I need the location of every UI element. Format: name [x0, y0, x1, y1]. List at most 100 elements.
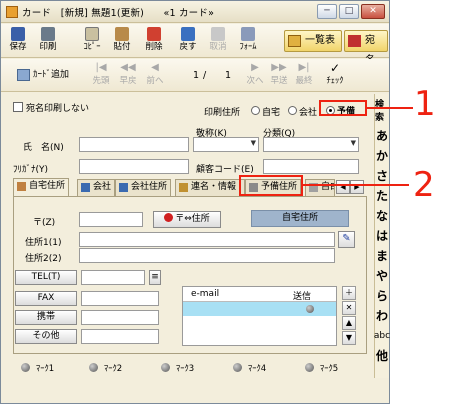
- copy-button[interactable]: ｺﾋﾟｰ: [77, 26, 107, 56]
- minimize-button[interactable]: ─: [317, 4, 337, 19]
- honorific-select[interactable]: [193, 137, 259, 152]
- no-address-print-checkbox[interactable]: [13, 102, 23, 112]
- mark-icon: [21, 363, 30, 372]
- kana-index-wa[interactable]: わ: [376, 309, 388, 323]
- address1-label: 住所1(1): [25, 238, 62, 248]
- fax-button[interactable]: FAX: [15, 291, 77, 306]
- maximize-button[interactable]: □: [339, 4, 359, 19]
- name-input[interactable]: [79, 137, 189, 152]
- address1-input[interactable]: [79, 232, 335, 247]
- kana-index-ta[interactable]: た: [376, 189, 388, 203]
- undo-button[interactable]: 戻す: [173, 26, 203, 56]
- send-column-header: 送信: [293, 292, 312, 302]
- undo-icon: [181, 27, 195, 41]
- paste-button[interactable]: 貼付: [107, 26, 137, 56]
- callout-line-1: [367, 107, 413, 109]
- tab-company[interactable]: 会社: [77, 179, 116, 196]
- tab-free[interactable]: 自由: [305, 179, 335, 196]
- tab-home-address[interactable]: 自宅住所: [13, 178, 70, 197]
- kana-index-abc[interactable]: abc: [374, 329, 390, 343]
- mark-3[interactable]: ﾏｰｸ3: [161, 362, 194, 374]
- prev-icon: ◀: [151, 62, 159, 73]
- radio-home-label: 自宅: [262, 108, 281, 118]
- customer-code-input[interactable]: [263, 159, 359, 174]
- form-icon: [241, 27, 255, 41]
- email-delete-button[interactable]: ✕: [342, 301, 356, 315]
- kana-index-header: 検索: [375, 100, 385, 123]
- address-label-button[interactable]: 宛 名: [344, 30, 388, 66]
- first-button[interactable]: |◀ 先頭: [89, 62, 113, 86]
- kana-index-a[interactable]: あ: [376, 129, 388, 143]
- company-icon: [81, 183, 90, 192]
- arrow-up-icon: ▲: [345, 318, 353, 327]
- tab-scroll-left[interactable]: ◀: [336, 180, 350, 194]
- delete-button[interactable]: 削除: [139, 26, 169, 56]
- page-separator: /: [203, 70, 207, 81]
- fast-forward-button[interactable]: ▶▶ 早送: [267, 62, 291, 86]
- radio-home[interactable]: [251, 106, 260, 115]
- kana-index-other[interactable]: 他: [376, 349, 388, 363]
- tel-button[interactable]: TEL(T): [15, 270, 77, 285]
- fast-forward-icon: ▶▶: [271, 62, 287, 73]
- mark-icon: [233, 363, 242, 372]
- fast-back-button[interactable]: ◀◀ 早戻: [116, 62, 140, 86]
- category-select[interactable]: [263, 137, 359, 152]
- add-icon: ＋: [345, 288, 353, 297]
- arrow-down-icon: ▼: [345, 333, 353, 342]
- main-toolbar: 保存 印刷 ｺﾋﾟｰ 貼付 削除 戻す 取消 ﾌｫｰﾑ 一覧表 宛 名: [1, 24, 389, 66]
- window-title: カード [新規] 無題1(更新) «1 カード»: [22, 7, 215, 19]
- print-button[interactable]: 印刷: [33, 26, 63, 56]
- other-input[interactable]: [81, 329, 159, 344]
- list-view-button[interactable]: 一覧表: [284, 30, 342, 52]
- radio-company[interactable]: [288, 106, 297, 115]
- mobile-input[interactable]: [81, 310, 159, 325]
- address2-input[interactable]: [79, 248, 335, 263]
- page-current: 1: [193, 70, 200, 81]
- next-button[interactable]: ▶ 次へ: [243, 62, 267, 86]
- people-icon: [179, 183, 188, 192]
- tab-company-address[interactable]: 会社住所: [115, 179, 172, 196]
- close-button[interactable]: ✕: [361, 4, 385, 19]
- zip-input[interactable]: [79, 212, 143, 227]
- email-add-button[interactable]: ＋: [342, 286, 356, 300]
- mark-icon: [89, 363, 98, 372]
- phone-menu-button[interactable]: ≡: [149, 270, 161, 285]
- form-button[interactable]: ﾌｫｰﾑ: [233, 26, 263, 56]
- zip-address-swap-button[interactable]: 〒⇔住所: [153, 211, 221, 228]
- card-add-button[interactable]: ｶｰﾄﾞ追加: [17, 67, 69, 84]
- kana-index-ma[interactable]: ま: [376, 249, 388, 263]
- tab-scroll-right[interactable]: ▶: [350, 180, 364, 194]
- email-up-button[interactable]: ▲: [342, 316, 356, 330]
- mark-4[interactable]: ﾏｰｸ4: [233, 362, 266, 374]
- email-row[interactable]: [183, 302, 336, 316]
- mobile-button[interactable]: 携帯: [15, 310, 77, 325]
- kana-index-ha[interactable]: は: [376, 229, 388, 243]
- floppy-icon: [11, 27, 25, 41]
- cancel-button[interactable]: 取消: [203, 26, 233, 56]
- email-down-button[interactable]: ▼: [342, 331, 356, 345]
- kana-index-ya[interactable]: や: [376, 269, 388, 283]
- home-address-label-box: 自宅住所: [251, 210, 349, 227]
- kana-input[interactable]: [79, 159, 189, 174]
- kana-index-ka[interactable]: か: [376, 149, 388, 163]
- callout-box-1: [319, 100, 367, 116]
- fast-back-icon: ◀◀: [120, 62, 136, 73]
- last-button[interactable]: ▶| 最終: [292, 62, 316, 86]
- mark-icon: [305, 363, 314, 372]
- other-button[interactable]: その他: [15, 329, 77, 344]
- address-edit-button[interactable]: ✎: [338, 231, 355, 248]
- name-label: 氏 名(N): [23, 143, 64, 153]
- tel-input[interactable]: [81, 270, 145, 285]
- mark-1[interactable]: ﾏｰｸ1: [21, 362, 54, 374]
- mark-2[interactable]: ﾏｰｸ2: [89, 362, 122, 374]
- kana-index-ra[interactable]: ら: [376, 289, 388, 303]
- mark-5[interactable]: ﾏｰｸ5: [305, 362, 338, 374]
- fax-input[interactable]: [81, 291, 159, 306]
- kana-index-na[interactable]: な: [376, 209, 388, 223]
- send-indicator-icon: [306, 305, 314, 313]
- tab-joint-info[interactable]: 連名・情報: [175, 179, 245, 196]
- kana-index-sa[interactable]: さ: [376, 169, 388, 183]
- prev-button[interactable]: ◀ 前へ: [143, 62, 167, 86]
- check-button[interactable]: ✓ ﾁｪｯｸ: [323, 62, 347, 86]
- save-button[interactable]: 保存: [3, 26, 33, 56]
